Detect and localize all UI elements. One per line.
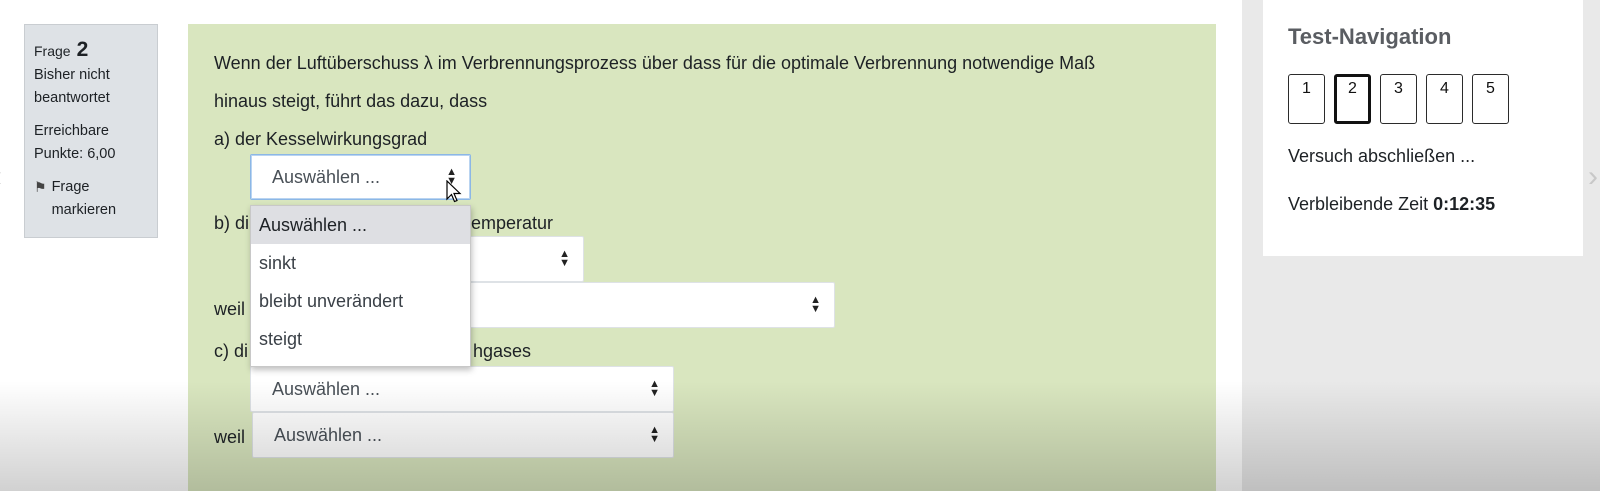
finish-attempt-link[interactable]: Versuch abschließen ... xyxy=(1288,146,1475,167)
question-info-box: Frage 2 Bisher nicht beantwortet Erreich… xyxy=(24,24,158,238)
select-arrows-icon: ▲ ▼ xyxy=(810,294,821,315)
weil-label-b: weil xyxy=(214,299,246,319)
select-part-c[interactable]: Auswählen ... ▲ ▼ xyxy=(250,366,674,412)
question-nav-buttons: 1 2 3 4 5 xyxy=(1288,74,1518,124)
part-c-label-start: c) di xyxy=(214,341,249,361)
select-arrows-icon: ▲ ▼ xyxy=(649,424,660,445)
flag-icon[interactable]: ⚑ xyxy=(34,176,47,199)
flag-question-link[interactable]: ⚑ Frage markieren xyxy=(34,176,148,222)
dropdown-option-placeholder[interactable]: Auswählen ... xyxy=(251,206,470,244)
test-navigation-title: Test-Navigation xyxy=(1288,24,1452,49)
part-a-label: a) der Kesselwirkungsgrad xyxy=(214,129,428,149)
weil-label-c: weil xyxy=(214,427,246,447)
question-status: Bisher nicht beantwortet xyxy=(34,67,110,106)
flag-question-label[interactable]: Frage markieren xyxy=(52,176,148,222)
select-arrows-icon: ▲ ▼ xyxy=(649,378,660,399)
nav-button-question-2[interactable]: 2 xyxy=(1334,74,1371,124)
part-c-label-end: hgases xyxy=(473,341,532,361)
question-text-line2: hinaus steigt, führt das dazu, dass xyxy=(214,91,488,111)
mouse-cursor-icon xyxy=(446,180,462,203)
select-part-c-value: Auswählen ... xyxy=(272,379,381,399)
test-navigation-panel: Test-Navigation 1 2 3 4 5 Versuch abschl… xyxy=(1263,0,1583,256)
question-number: Frage 2 xyxy=(34,38,148,64)
part-b-label-start: b) di xyxy=(214,213,250,233)
dropdown-option-sinkt[interactable]: sinkt xyxy=(251,244,470,282)
remaining-time: Verbleibende Zeit 0:12:35 xyxy=(1288,194,1495,215)
nav-button-question-1[interactable]: 1 xyxy=(1288,74,1325,124)
question-points: Erreichbare Punkte: 6,00 xyxy=(34,123,116,162)
question-text-line1: Wenn der Luftüberschuss λ im Verbrennung… xyxy=(214,53,1096,73)
dropdown-option-bleibt-unveraendert[interactable]: bleibt unverändert xyxy=(251,282,470,320)
nav-button-question-4[interactable]: 4 xyxy=(1426,74,1463,124)
select-reason-c-value: Auswählen ... xyxy=(274,425,383,445)
select-reason-c[interactable]: Auswählen ... ▲ ▼ xyxy=(252,412,674,458)
question-number-value: 2 xyxy=(76,38,89,61)
select-arrows-icon: ▲ ▼ xyxy=(559,248,570,269)
nav-button-question-3[interactable]: 3 xyxy=(1380,74,1417,124)
chevron-left-icon[interactable]: ‹ xyxy=(0,160,2,194)
select-part-a-value: Auswählen ... xyxy=(272,167,381,187)
dropdown-options-list[interactable]: Auswählen ... sinkt bleibt unverändert s… xyxy=(250,205,471,367)
select-part-a[interactable]: Auswählen ... ▲ ▼ xyxy=(250,154,471,200)
dropdown-option-steigt[interactable]: steigt xyxy=(251,320,470,358)
question-label: Frage xyxy=(34,43,71,59)
remaining-time-value: 0:12:35 xyxy=(1433,194,1496,214)
chevron-right-icon[interactable]: › xyxy=(1588,160,1598,194)
remaining-time-label: Verbleibende Zeit xyxy=(1288,194,1429,214)
nav-button-question-5[interactable]: 5 xyxy=(1472,74,1509,124)
